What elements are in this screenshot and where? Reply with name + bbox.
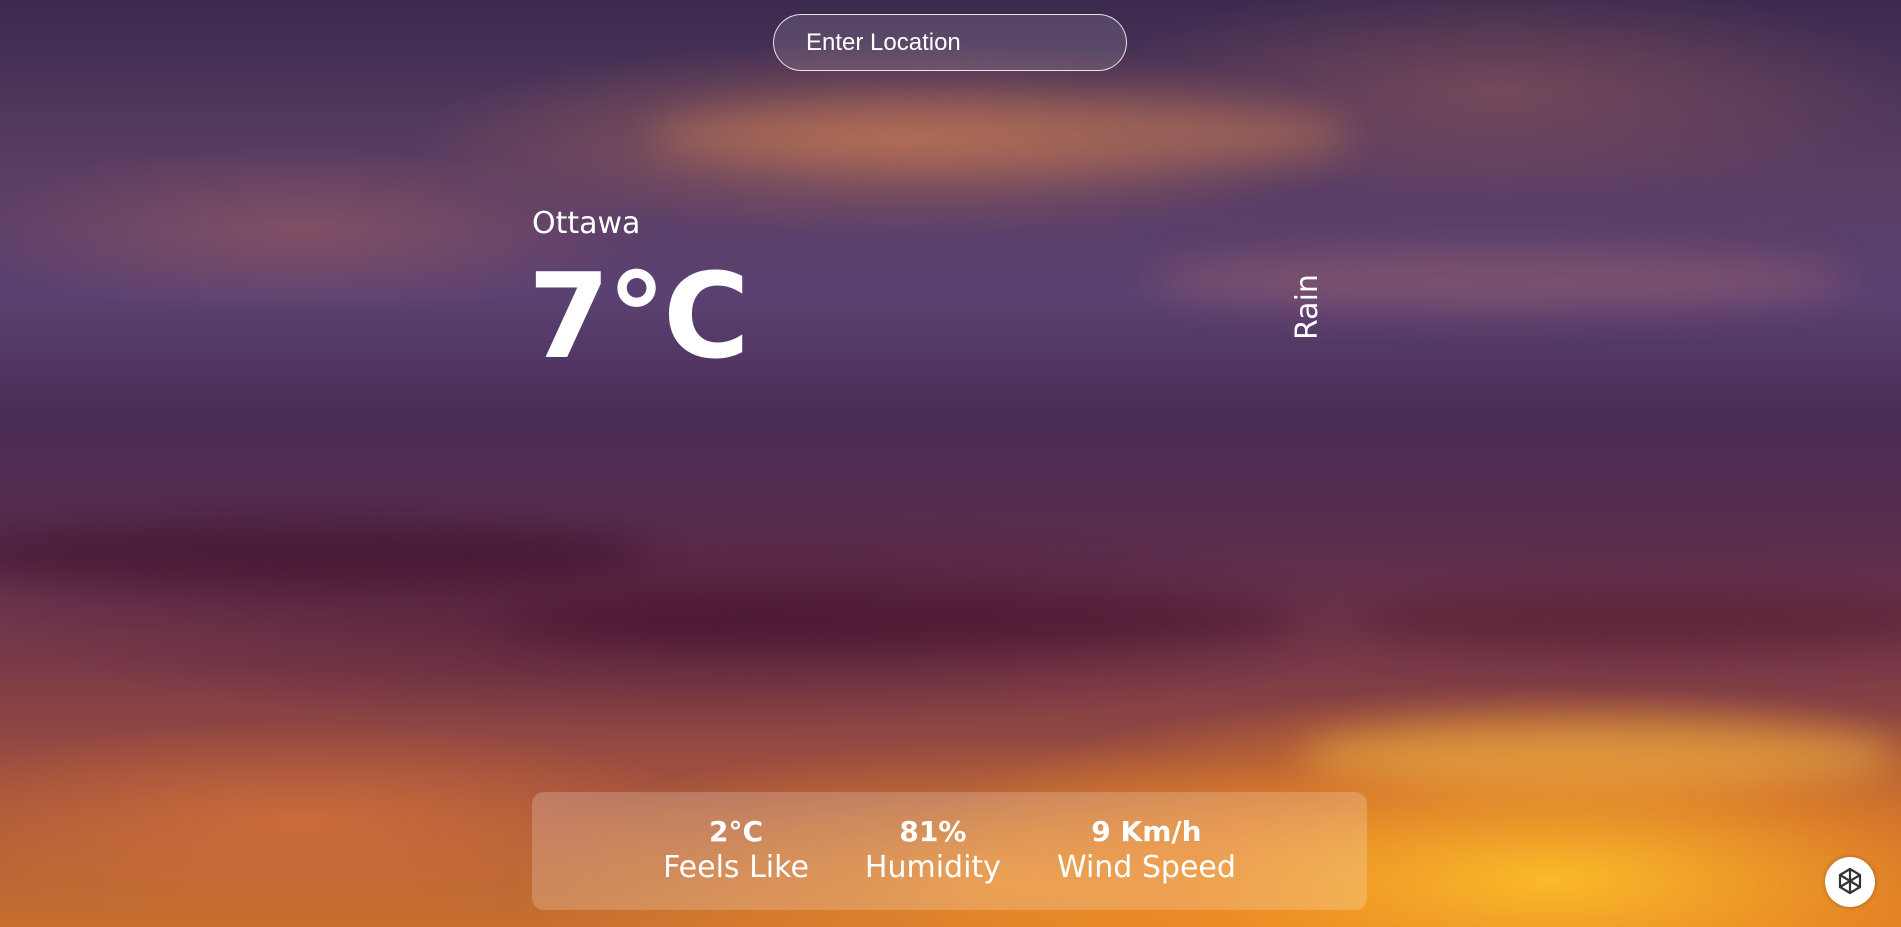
cloud-streak [650, 100, 1350, 170]
feels-like-label: Feels Like [663, 850, 809, 886]
location-name: Ottawa [532, 206, 641, 241]
weather-condition: Rain [1290, 274, 1325, 340]
cloud-streak [0, 520, 650, 590]
cloud-streak [1350, 590, 1901, 650]
feels-like-value: 2°C [708, 814, 763, 848]
search-bar[interactable] [773, 14, 1127, 71]
location-search-input[interactable] [804, 27, 1108, 58]
cloud-streak [1300, 720, 1900, 790]
humidity-value: 81% [899, 814, 967, 848]
assistant-button[interactable] [1825, 857, 1875, 907]
wind-speed-stat: 9 Km/h Wind Speed [1029, 815, 1264, 888]
humidity-stat: 81% Humidity [837, 815, 1029, 888]
cloud-streak [1150, 250, 1850, 310]
cloud-streak [500, 590, 1300, 650]
openai-logo-icon [1838, 867, 1862, 895]
wind-speed-value: 9 Km/h [1091, 814, 1202, 848]
feels-like-stat: 2°C Feels Like [635, 815, 837, 888]
wind-speed-label: Wind Speed [1056, 850, 1236, 886]
weather-app: Ottawa 7°C Rain 2°C Feels Like 81% Humid… [0, 0, 1901, 927]
weather-stats-panel: 2°C Feels Like 81% Humidity 9 Km/h Wind … [532, 792, 1367, 910]
current-temperature: 7°C [528, 247, 750, 385]
humidity-label: Humidity [864, 850, 1001, 886]
